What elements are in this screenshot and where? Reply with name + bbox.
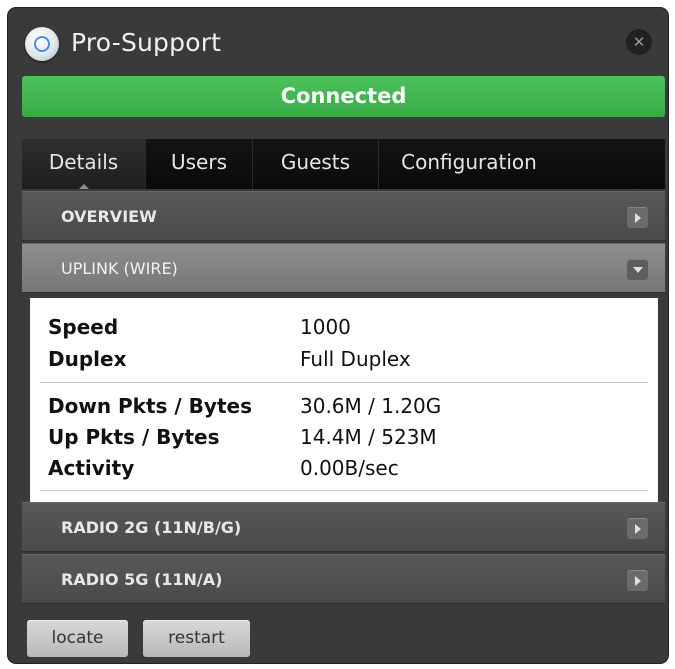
expand-arrow-icon[interactable]	[627, 570, 648, 591]
speed-label: Speed	[48, 315, 119, 339]
speed-row: Speed 1000	[48, 315, 351, 339]
section-radio-5g[interactable]: RADIO 5G (11N/A)	[22, 554, 665, 604]
close-icon[interactable]: ✕	[626, 29, 652, 55]
expand-arrow-icon[interactable]	[627, 207, 648, 228]
collapse-arrow-icon[interactable]	[627, 259, 648, 280]
activity-value: 0.00B/sec	[300, 456, 399, 480]
locate-button[interactable]: locate	[27, 620, 128, 657]
expand-arrow-icon[interactable]	[627, 518, 648, 539]
details-bottom-divider	[40, 490, 648, 491]
tab-configuration[interactable]: Configuration	[379, 139, 559, 189]
section-overview-label: OVERVIEW	[61, 207, 157, 226]
network-device-icon	[25, 27, 59, 61]
tab-users[interactable]: Users	[146, 139, 253, 189]
duplex-row: Duplex Full Duplex	[48, 347, 411, 371]
down-row: Down Pkts / Bytes 30.6M / 1.20G	[48, 394, 441, 418]
up-value: 14.4M / 523M	[300, 425, 437, 449]
tab-details[interactable]: Details	[22, 139, 146, 189]
activity-row: Activity 0.00B/sec	[48, 456, 399, 480]
section-radio2g-label: RADIO 2G (11N/B/G)	[61, 518, 242, 537]
section-uplink-wire[interactable]: UPLINK (WIRE)	[22, 243, 665, 293]
connection-status-badge: Connected	[22, 76, 665, 117]
down-label: Down Pkts / Bytes	[48, 394, 252, 418]
down-value: 30.6M / 1.20G	[300, 394, 442, 418]
section-radio5g-label: RADIO 5G (11N/A)	[61, 570, 223, 589]
details-divider	[40, 382, 648, 383]
uplink-details-panel: Speed 1000 Duplex Full Duplex Down Pkts / …	[30, 298, 658, 508]
section-radio-2g[interactable]: RADIO 2G (11N/B/G)	[22, 502, 665, 552]
section-overview[interactable]: OVERVIEW	[22, 191, 665, 241]
tab-bar: Details Users Guests Configuration	[22, 139, 665, 189]
tab-guests[interactable]: Guests	[253, 139, 379, 189]
duplex-label: Duplex	[48, 347, 127, 371]
title-bar: Pro-Support ✕	[8, 8, 668, 74]
section-uplink-label: UPLINK (WIRE)	[61, 259, 178, 278]
up-label: Up Pkts / Bytes	[48, 425, 220, 449]
restart-button[interactable]: restart	[143, 620, 250, 657]
pro-support-window: Pro-Support ✕ Connected Details Users Gu…	[8, 8, 668, 663]
up-row: Up Pkts / Bytes 14.4M / 523M	[48, 425, 437, 449]
activity-label: Activity	[48, 456, 135, 480]
duplex-value: Full Duplex	[300, 347, 411, 371]
window-title: Pro-Support	[71, 28, 222, 57]
speed-value: 1000	[300, 315, 351, 339]
